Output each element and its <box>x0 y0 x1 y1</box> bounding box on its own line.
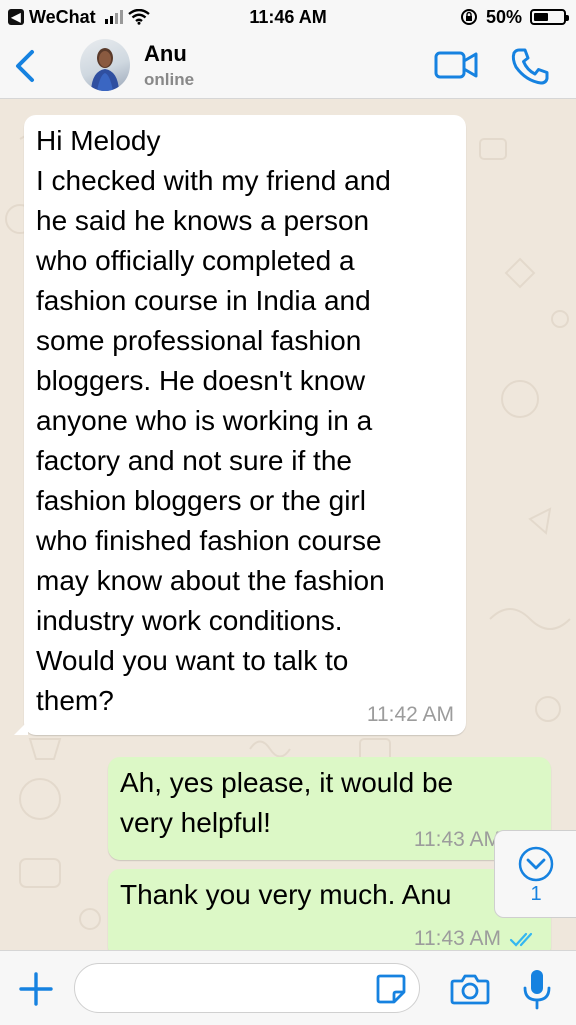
camera-icon[interactable] <box>450 971 490 1007</box>
outgoing-message[interactable]: Ah, yes please, it would be very helpful… <box>108 757 551 860</box>
battery-icon <box>530 9 569 25</box>
message-time: 11:43 AM <box>413 927 501 950</box>
plus-icon[interactable] <box>18 971 54 1007</box>
chevron-down-circle-icon <box>518 846 554 882</box>
battery-percent: 50% <box>485 6 522 27</box>
avatar[interactable] <box>80 39 130 91</box>
chat-area[interactable]: Hi Melody I checked with my friend and h… <box>0 99 576 950</box>
status-bar: ◀ WeChat 11:46 AM 50% <box>0 0 576 34</box>
read-ticks-icon <box>509 932 533 947</box>
phone-call-icon[interactable] <box>510 47 550 85</box>
orientation-lock-icon <box>460 9 477 25</box>
chat-header: Anu online <box>0 34 576 99</box>
microphone-icon[interactable] <box>520 967 554 1011</box>
outgoing-message[interactable]: Thank you very much. Anu 11:43 AM <box>108 869 551 950</box>
video-call-icon[interactable] <box>434 48 478 82</box>
input-bar <box>0 950 576 1025</box>
contact-status: online <box>144 70 195 89</box>
scroll-to-bottom-button[interactable]: 1 <box>494 830 576 918</box>
sticker-icon[interactable] <box>374 972 408 1006</box>
incoming-message[interactable]: Hi Melody I checked with my friend and h… <box>14 115 466 735</box>
unread-count: 1 <box>530 883 542 905</box>
back-chevron-icon[interactable] <box>10 46 40 86</box>
message-text: Hi Melody I checked with my friend and h… <box>36 125 391 716</box>
message-text: Thank you very much. Anu <box>120 879 452 910</box>
message-time: 11:43 AM <box>413 828 501 851</box>
message-input[interactable] <box>74 963 420 1013</box>
message-time: 11:42 AM <box>366 703 454 726</box>
status-right: 50% <box>460 5 569 29</box>
contact-name[interactable]: Anu <box>144 41 187 67</box>
